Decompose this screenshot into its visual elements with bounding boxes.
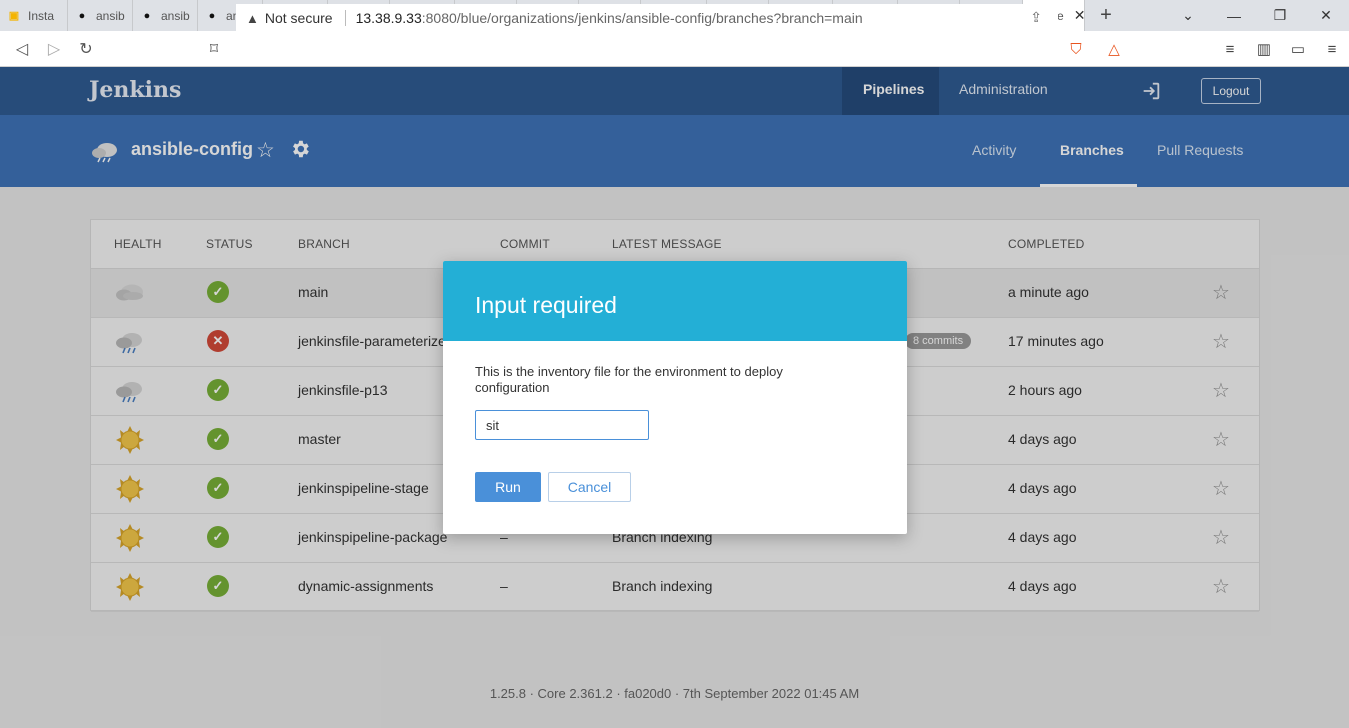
window-controls: ⌄ — ❐ ✕	[1165, 0, 1349, 31]
browser-tab-label: Insta	[28, 8, 55, 23]
dialog-title: Input required	[443, 261, 907, 341]
tab-search-icon[interactable]: ⌄	[1165, 7, 1211, 24]
browser-extensions: ⛉ △ ≡ ▥ ▭ ≡	[1059, 31, 1349, 67]
box-icon: ▣	[8, 10, 20, 22]
browser-tab[interactable]: ● ansib	[68, 0, 133, 31]
browser-tab-label: ansib	[96, 8, 125, 23]
github-icon: ●	[208, 9, 216, 22]
divider	[344, 10, 346, 26]
menu-icon[interactable]: ≡	[1315, 41, 1349, 58]
inventory-input[interactable]	[475, 410, 649, 440]
dialog-message: This is the inventory file for the envir…	[475, 364, 783, 395]
wallet-icon[interactable]: ▭	[1281, 40, 1315, 58]
warning-icon[interactable]: ▲	[246, 11, 259, 26]
url-host: 13.38.9.33	[355, 10, 422, 26]
input-required-dialog: Input required This is the inventory fil…	[443, 261, 907, 534]
url-field[interactable]: ▲ Not secure 13.38.9.33 :8080/blue/organ…	[236, 4, 1058, 32]
github-icon: ●	[78, 9, 86, 22]
browser-tab-label: ansib	[161, 8, 190, 23]
security-label: Not secure	[264, 10, 333, 26]
playlist-icon[interactable]: ≡	[1213, 41, 1247, 58]
maximize-button[interactable]: ❐	[1257, 7, 1303, 24]
github-icon: ●	[143, 9, 151, 22]
browser-tab[interactable]: ▣ Insta	[0, 0, 68, 31]
browser-tab[interactable]: ● ansib	[133, 0, 198, 31]
share-icon[interactable]: ⇪	[1030, 9, 1042, 26]
close-window-button[interactable]: ✕	[1303, 7, 1349, 24]
forward-icon[interactable]: ▷	[38, 39, 70, 59]
reload-icon[interactable]: ↻	[70, 39, 102, 59]
close-tab-icon[interactable]: ✕	[1074, 7, 1084, 24]
new-tab-button[interactable]: +	[1091, 4, 1121, 27]
brave-rewards-icon[interactable]: △	[1097, 40, 1131, 58]
minimize-button[interactable]: —	[1211, 8, 1257, 24]
back-icon[interactable]: ◁	[6, 39, 38, 59]
run-button[interactable]: Run	[475, 472, 541, 502]
cancel-button[interactable]: Cancel	[548, 472, 631, 502]
url-path: :8080/blue/organizations/jenkins/ansible…	[421, 10, 863, 26]
version-footer: 1.25.8 · Core 2.361.2 · fa020d0 · 7th Se…	[489, 686, 860, 701]
sidebar-icon[interactable]: ▥	[1247, 40, 1281, 58]
bookmark-icon[interactable]: ⌑	[198, 39, 230, 59]
brave-shield-icon[interactable]: ⛉	[1059, 41, 1093, 58]
